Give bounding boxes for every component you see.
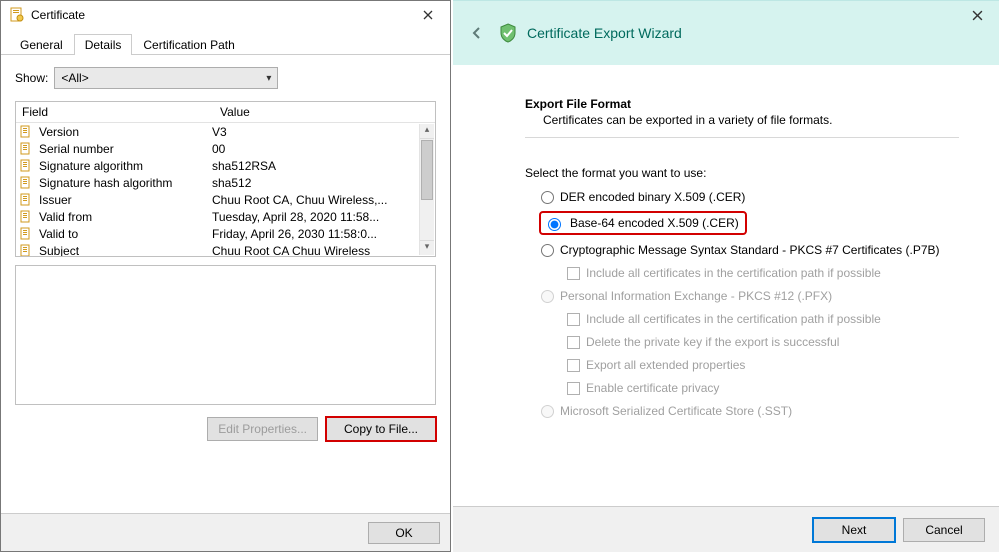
field-value: Tuesday, April 28, 2020 11:58... (212, 210, 435, 224)
radio-p7b-label: Cryptographic Message Syntax Standard - … (560, 243, 940, 257)
list-item[interactable]: Signature hash algorithmsha512 (16, 174, 435, 191)
export-wizard: Certificate Export Wizard Export File Fo… (453, 0, 999, 552)
checkbox-icon (567, 267, 580, 280)
radio-der[interactable]: DER encoded binary X.509 (.CER) (541, 190, 959, 204)
field-name: Issuer (39, 193, 212, 207)
list-item[interactable]: VersionV3 (16, 123, 435, 140)
field-list: Field Value VersionV3Serial number00Sign… (15, 101, 436, 257)
tab-details[interactable]: Details (74, 34, 133, 55)
field-name: Valid to (39, 227, 212, 241)
wizard-shield-icon (497, 22, 519, 44)
show-value: <All> (61, 71, 88, 85)
field-value: Chuu Root CA Chuu Wireless (212, 244, 435, 256)
radio-sst: Microsoft Serialized Certificate Store (… (541, 404, 959, 418)
checkbox-icon (567, 359, 580, 372)
scroll-up-icon[interactable]: ▴ (420, 124, 434, 139)
field-icon (19, 210, 35, 224)
back-arrow-icon[interactable] (467, 23, 487, 43)
field-icon (19, 159, 35, 173)
wizard-close-button[interactable] (957, 1, 997, 29)
checkbox-icon (567, 382, 580, 395)
checkbox-pfx-include-path: Include all certificates in the certific… (567, 312, 959, 326)
certificate-dialog: Certificate General Details Certificatio… (0, 0, 451, 552)
next-button[interactable]: Next (813, 518, 895, 542)
field-value: sha512 (212, 176, 435, 190)
field-name: Valid from (39, 210, 212, 224)
radio-der-label: DER encoded binary X.509 (.CER) (560, 190, 745, 204)
checkbox-p7b-include-path: Include all certificates in the certific… (567, 266, 959, 280)
chevron-down-icon: ▾ (266, 73, 271, 84)
tab-general[interactable]: General (9, 34, 74, 55)
field-icon (19, 142, 35, 156)
ok-button[interactable]: OK (368, 522, 440, 544)
certificate-icon (9, 7, 25, 23)
field-icon (19, 125, 35, 139)
checkbox-icon (567, 336, 580, 349)
scroll-down-icon[interactable]: ▾ (420, 240, 434, 255)
field-name: Subject (39, 244, 212, 256)
wizard-header: Certificate Export Wizard (453, 1, 999, 65)
field-value: Friday, April 26, 2030 11:58:0... (212, 227, 435, 241)
section-subtitle: Certificates can be exported in a variet… (543, 113, 959, 127)
tab-certification-path[interactable]: Certification Path (132, 34, 245, 55)
list-item[interactable]: Valid fromTuesday, April 28, 2020 11:58.… (16, 208, 435, 225)
wizard-title: Certificate Export Wizard (527, 25, 682, 41)
field-value: sha512RSA (212, 159, 435, 173)
show-dropdown[interactable]: <All> ▾ (54, 67, 278, 89)
field-name: Signature algorithm (39, 159, 212, 173)
field-icon (19, 227, 35, 241)
scroll-thumb[interactable] (421, 140, 433, 200)
radio-pfx: Personal Information Exchange - PKCS #12… (541, 289, 959, 303)
list-item[interactable]: Signature algorithmsha512RSA (16, 157, 435, 174)
list-item[interactable]: IssuerChuu Root CA, Chuu Wireless,... (16, 191, 435, 208)
list-item[interactable]: Serial number00 (16, 140, 435, 157)
radio-sst-label: Microsoft Serialized Certificate Store (… (560, 404, 792, 418)
field-name: Serial number (39, 142, 212, 156)
radio-pfx-label: Personal Information Exchange - PKCS #12… (560, 289, 832, 303)
column-field[interactable]: Field (16, 105, 216, 119)
edit-properties-button: Edit Properties... (207, 417, 318, 441)
copy-to-file-button[interactable]: Copy to File... (326, 417, 436, 441)
tab-strip: General Details Certification Path (1, 29, 450, 55)
checkbox-pfx-privacy: Enable certificate privacy (567, 381, 959, 395)
checkbox-icon (567, 313, 580, 326)
close-button[interactable] (412, 1, 444, 29)
field-icon (19, 244, 35, 256)
list-body: VersionV3Serial number00Signature algori… (16, 123, 435, 256)
radio-base64[interactable]: Base-64 encoded X.509 (.CER) (541, 213, 745, 233)
list-item[interactable]: Valid toFriday, April 26, 2030 11:58:0..… (16, 225, 435, 242)
detail-textbox[interactable] (15, 265, 436, 405)
field-icon (19, 176, 35, 190)
field-icon (19, 193, 35, 207)
field-value: V3 (212, 125, 435, 139)
titlebar: Certificate (1, 1, 450, 29)
radio-base64-label: Base-64 encoded X.509 (.CER) (570, 216, 739, 230)
format-prompt: Select the format you want to use: (525, 166, 959, 180)
field-value: Chuu Root CA, Chuu Wireless,... (212, 193, 435, 207)
show-label: Show: (15, 71, 48, 85)
field-name: Signature hash algorithm (39, 176, 212, 190)
field-value: 00 (212, 142, 435, 156)
dialog-title: Certificate (31, 8, 412, 22)
checkbox-pfx-extended-props: Export all extended properties (567, 358, 959, 372)
radio-p7b[interactable]: Cryptographic Message Syntax Standard - … (541, 243, 959, 257)
column-value[interactable]: Value (216, 105, 435, 119)
field-name: Version (39, 125, 212, 139)
scrollbar[interactable]: ▴ ▾ (419, 124, 434, 255)
checkbox-pfx-delete-key: Delete the private key if the export is … (567, 335, 959, 349)
section-title: Export File Format (525, 97, 959, 111)
list-item[interactable]: SubjectChuu Root CA Chuu Wireless (16, 242, 435, 256)
cancel-button[interactable]: Cancel (903, 518, 985, 542)
